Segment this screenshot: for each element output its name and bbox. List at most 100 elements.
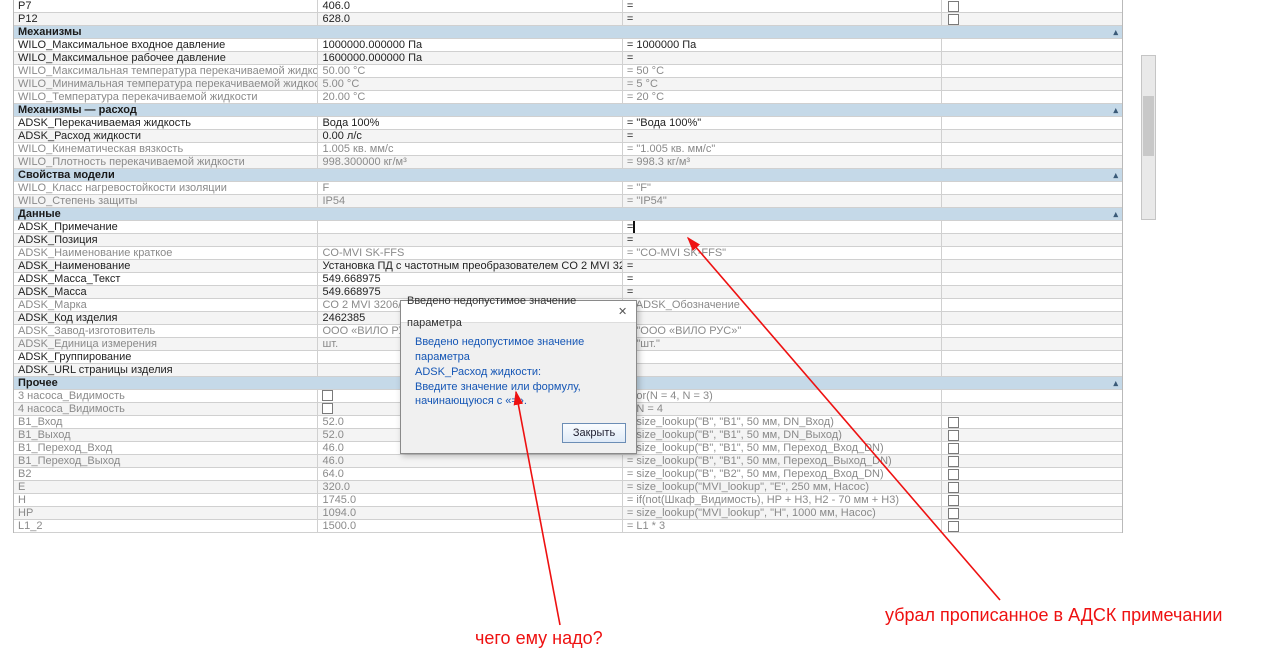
param-lock[interactable] [942, 117, 1122, 129]
param-lock[interactable] [942, 234, 1122, 246]
param-row[interactable]: ADSK_Примечание= [14, 221, 1122, 234]
param-lock[interactable] [942, 52, 1122, 64]
param-lock[interactable] [942, 338, 1122, 350]
param-formula[interactable]: = [623, 130, 942, 142]
param-row[interactable]: ADSK_Расход жидкости0.00 л/с= [14, 130, 1122, 143]
param-lock[interactable] [942, 78, 1122, 90]
param-value[interactable]: 1094.0 [318, 507, 622, 519]
param-lock[interactable] [942, 416, 1122, 428]
checkbox[interactable] [948, 482, 959, 493]
group-header[interactable]: Механизмы — расход▴ [14, 104, 1122, 117]
group-header[interactable]: Механизмы▴ [14, 26, 1122, 39]
checkbox[interactable] [948, 456, 959, 467]
param-value[interactable]: 5.00 °C [318, 78, 622, 90]
param-formula[interactable]: = "1.005 кв. мм/с" [623, 143, 942, 155]
param-value[interactable] [318, 234, 622, 246]
param-row[interactable]: WILO_Максимальное входное давление100000… [14, 39, 1122, 52]
param-row[interactable]: ADSK_НаименованиеУстановка ПД с частотны… [14, 260, 1122, 273]
param-formula[interactable]: = [623, 364, 942, 376]
param-lock[interactable] [942, 247, 1122, 259]
param-formula[interactable]: = size_lookup("B", "B1", 50 мм, DN_Выход… [623, 429, 942, 441]
param-formula[interactable]: = if(not(Шкаф_Видимость), HP + H3, H2 - … [623, 494, 942, 506]
param-row[interactable]: H1745.0= if(not(Шкаф_Видимость), HP + H3… [14, 494, 1122, 507]
checkbox[interactable] [948, 469, 959, 480]
param-formula[interactable]: = 5 °C [623, 78, 942, 90]
param-lock[interactable] [942, 390, 1122, 402]
param-formula[interactable]: = [623, 52, 942, 64]
close-button[interactable]: Закрыть [562, 423, 626, 443]
param-row[interactable]: ADSK_Наименование краткоеCO-MVI SK-FFS= … [14, 247, 1122, 260]
param-formula[interactable]: = [623, 286, 942, 298]
param-formula[interactable]: = [623, 260, 942, 272]
checkbox[interactable] [322, 403, 333, 414]
param-lock[interactable] [942, 403, 1122, 415]
param-value[interactable]: 46.0 [318, 455, 622, 467]
param-value[interactable]: 20.00 °C [318, 91, 622, 103]
collapse-icon[interactable]: ▴ [1113, 377, 1118, 390]
param-formula[interactable]: = 20 °C [623, 91, 942, 103]
param-lock[interactable] [942, 468, 1122, 480]
param-row[interactable]: B1_Переход_Выход46.0= size_lookup("B", "… [14, 455, 1122, 468]
param-lock[interactable] [942, 260, 1122, 272]
param-formula[interactable]: = [623, 221, 942, 233]
param-row[interactable]: B264.0= size_lookup("B", "B2", 50 мм, Пе… [14, 468, 1122, 481]
param-formula[interactable]: = [623, 13, 942, 25]
param-lock[interactable] [942, 520, 1122, 532]
param-row[interactable]: P12628.0= [14, 13, 1122, 26]
param-value[interactable]: 50.00 °C [318, 65, 622, 77]
collapse-icon[interactable]: ▴ [1113, 26, 1118, 39]
param-lock[interactable] [942, 351, 1122, 363]
param-formula[interactable]: = size_lookup("B", "B1", 50 мм, DN_Вход) [623, 416, 942, 428]
param-value[interactable]: 1500.0 [318, 520, 622, 532]
checkbox[interactable] [948, 14, 959, 25]
param-lock[interactable] [942, 455, 1122, 467]
param-formula[interactable]: = N = 4 [623, 403, 942, 415]
param-formula[interactable]: = "ООО «ВИЛО РУС»" [623, 325, 942, 337]
param-row[interactable]: ADSK_Перекачиваемая жидкостьВода 100%= "… [14, 117, 1122, 130]
param-formula[interactable]: = size_lookup("B", "B1", 50 мм, Переход_… [623, 455, 942, 467]
param-value[interactable]: IP54 [318, 195, 622, 207]
checkbox[interactable] [948, 430, 959, 441]
param-lock[interactable] [942, 65, 1122, 77]
param-lock[interactable] [942, 364, 1122, 376]
param-row[interactable]: WILO_Максимальная температура перекачива… [14, 65, 1122, 78]
close-icon[interactable]: ✕ [615, 301, 630, 323]
param-formula[interactable]: = [623, 234, 942, 246]
param-lock[interactable] [942, 0, 1122, 12]
param-value[interactable]: Установка ПД с частотным преобразователе… [318, 260, 622, 272]
param-lock[interactable] [942, 494, 1122, 506]
dialog-titlebar[interactable]: Введено недопустимое значение параметра … [401, 301, 636, 323]
param-lock[interactable] [942, 130, 1122, 142]
param-formula[interactable]: = "CO-MVI SK-FFS" [623, 247, 942, 259]
param-value[interactable]: 549.668975 [318, 273, 622, 285]
param-lock[interactable] [942, 286, 1122, 298]
param-formula[interactable]: = [623, 0, 942, 12]
group-header[interactable]: Данные▴ [14, 208, 1122, 221]
param-lock[interactable] [942, 507, 1122, 519]
param-formula[interactable]: = size_lookup("MVI_lookup", "H", 1000 мм… [623, 507, 942, 519]
collapse-icon[interactable]: ▴ [1113, 169, 1118, 182]
param-row[interactable]: WILO_Кинематическая вязкость1.005 кв. мм… [14, 143, 1122, 156]
param-formula[interactable]: = 50 °C [623, 65, 942, 77]
param-value[interactable]: 1.005 кв. мм/с [318, 143, 622, 155]
param-lock[interactable] [942, 143, 1122, 155]
param-value[interactable]: 64.0 [318, 468, 622, 480]
param-lock[interactable] [942, 429, 1122, 441]
param-lock[interactable] [942, 156, 1122, 168]
param-formula[interactable]: = "IP54" [623, 195, 942, 207]
param-lock[interactable] [942, 325, 1122, 337]
param-value[interactable]: 628.0 [318, 13, 622, 25]
checkbox[interactable] [322, 390, 333, 401]
param-row[interactable]: WILO_Максимальное рабочее давление160000… [14, 52, 1122, 65]
param-value[interactable]: 406.0 [318, 0, 622, 12]
formula-input[interactable] [633, 221, 635, 233]
param-formula[interactable]: = L1 * 3 [623, 520, 942, 532]
vertical-scrollbar[interactable] [1141, 55, 1156, 220]
collapse-icon[interactable]: ▴ [1113, 104, 1118, 117]
param-value[interactable]: 320.0 [318, 481, 622, 493]
param-lock[interactable] [942, 39, 1122, 51]
param-value[interactable]: 0.00 л/с [318, 130, 622, 142]
checkbox[interactable] [948, 521, 959, 532]
param-formula[interactable]: = size_lookup("B", "B2", 50 мм, Переход_… [623, 468, 942, 480]
param-row[interactable]: WILO_Температура перекачиваемой жидкости… [14, 91, 1122, 104]
